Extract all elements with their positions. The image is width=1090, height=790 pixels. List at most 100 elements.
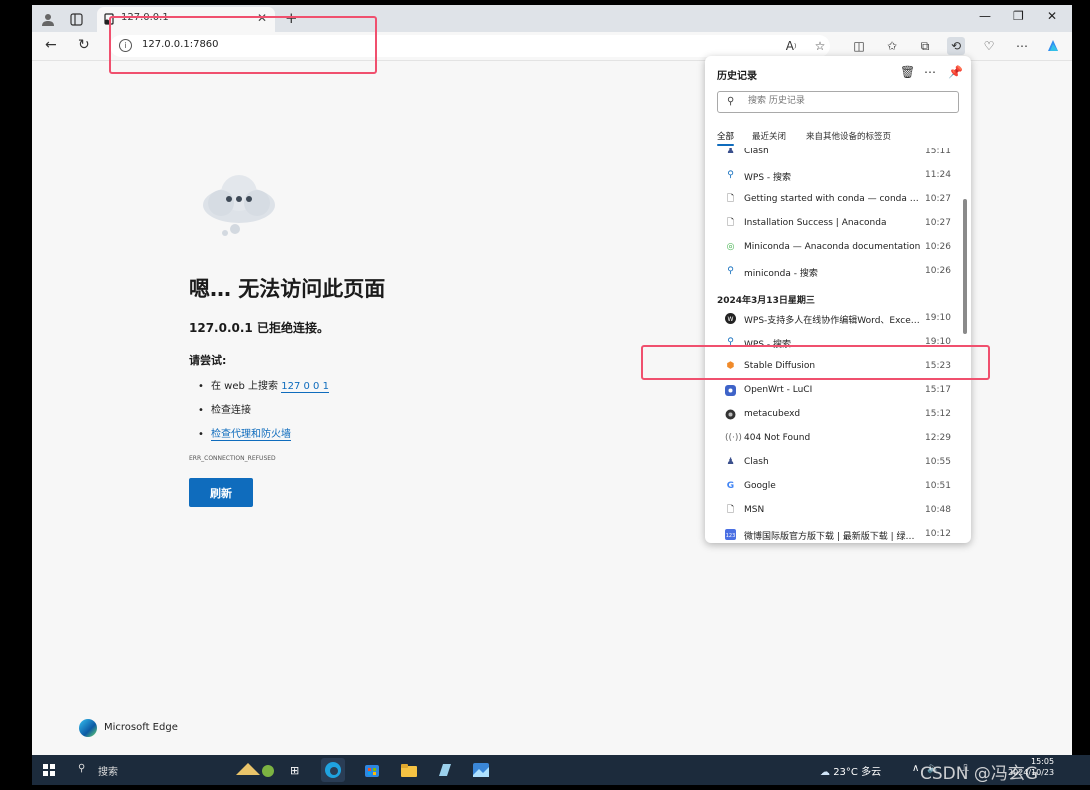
history-item-time: 10:51 xyxy=(925,481,951,491)
history-item[interactable]: 🗋 Getting started with conda — conda 24…… xyxy=(705,189,960,211)
history-item[interactable]: ◎ Miniconda — Anaconda documentation 10:… xyxy=(705,237,960,259)
watermark-text: CSDN @冯玄G xyxy=(920,764,1039,784)
history-item-time: 10:26 xyxy=(925,266,951,276)
favorite-star-icon[interactable]: ☆ xyxy=(811,37,829,55)
history-item-time: 10:27 xyxy=(925,194,951,204)
history-item-title: Getting started with conda — conda 24… xyxy=(744,194,922,204)
more-options-icon[interactable]: ⋯ xyxy=(1013,37,1031,55)
history-item-time: 15:12 xyxy=(925,409,951,419)
taskbar-search-label: 搜索 xyxy=(98,767,118,778)
notepad-icon[interactable] xyxy=(433,758,457,782)
edge-taskbar-icon[interactable] xyxy=(321,758,345,782)
svg-text:123: 123 xyxy=(726,533,736,539)
tab-other-devices[interactable]: 来自其他设备的标签页 xyxy=(806,130,891,142)
workspaces-icon[interactable] xyxy=(68,11,84,27)
history-item-time: 10:48 xyxy=(925,505,951,515)
error-subtitle: 127.0.0.1 已拒绝连接。 xyxy=(189,321,329,335)
history-item[interactable]: W WPS-支持多人在线协作编辑Word、Excel… 19:10 xyxy=(705,308,960,330)
more-icon[interactable]: ⋯ xyxy=(924,65,936,79)
search-highlight-icon[interactable] xyxy=(230,759,280,781)
history-item-title: Google xyxy=(744,481,776,491)
read-aloud-icon[interactable]: A) xyxy=(782,37,800,55)
history-search-input[interactable] xyxy=(746,95,950,107)
clash-icon: ♟ xyxy=(726,148,735,156)
history-item-time: 10:12 xyxy=(925,529,951,539)
page-icon: 🗋 xyxy=(726,505,735,515)
cloud-icon: ☁ xyxy=(820,767,830,778)
history-date-header: 2024年3月13日星期三 xyxy=(717,296,815,306)
metacubexd-icon xyxy=(725,409,736,420)
taskbar-search[interactable]: ⚲ 搜索 xyxy=(78,763,118,778)
history-item-title: WPS-支持多人在线协作编辑Word、Excel… xyxy=(744,316,922,326)
browser-window: 127.0.0.1 ✕ + — ❐ ✕ ← ↻ i 127.0.0.1:7860… xyxy=(32,5,1072,755)
error-code: ERR_CONNECTION_REFUSED xyxy=(189,455,276,462)
history-item-title: Installation Success | Anaconda xyxy=(744,218,887,228)
tray-chevron-icon[interactable]: ∧ xyxy=(912,763,919,774)
anaconda-icon: ◎ xyxy=(726,242,735,252)
history-icon[interactable]: ⟲ xyxy=(947,37,965,55)
suggestion-text: 在 web 上搜索 xyxy=(211,381,282,392)
history-item[interactable]: 🗋 MSN 10:48 xyxy=(705,500,960,522)
history-item[interactable]: 123 微博国际版官方版下载 | 最新版下载 | 绿色… 10:12 xyxy=(705,524,960,543)
window-close-icon[interactable]: ✕ xyxy=(1047,9,1057,23)
refresh-button[interactable]: 刷新 xyxy=(189,478,253,507)
openwrt-icon xyxy=(725,385,736,396)
trash-icon[interactable]: 🗑 xyxy=(900,65,915,79)
history-search[interactable]: ⚲ xyxy=(717,91,959,113)
minimize-icon[interactable]: — xyxy=(979,9,991,23)
history-item[interactable]: ((·)) 404 Not Found 12:29 xyxy=(705,428,960,450)
signal-icon: ((·)) xyxy=(725,433,742,443)
page-icon: 🗋 xyxy=(726,218,735,228)
history-panel: 历史记录 🗑 ⋯ 📌 ⚲ 全部 最近关闭 来自其他设备的标签页 ♟ Clash … xyxy=(705,56,971,543)
suggestion-proxy: • 检查代理和防火墙 xyxy=(198,429,291,441)
history-item-title: miniconda - 搜索 xyxy=(744,269,818,279)
browser-essentials-icon[interactable]: ♡ xyxy=(980,37,998,55)
history-item[interactable]: G Google 10:51 xyxy=(705,476,960,498)
check-proxy-link[interactable]: 检查代理和防火墙 xyxy=(211,429,291,441)
history-item-title: 微博国际版官方版下载 | 最新版下载 | 绿色… xyxy=(744,532,922,542)
history-item[interactable]: ♟ Clash 15:11 xyxy=(705,148,960,163)
history-item[interactable]: ♟ Clash 10:55 xyxy=(705,452,960,474)
history-item[interactable]: OpenWrt - LuCI 15:17 xyxy=(705,380,960,402)
error-title: 嗯… 无法访问此页面 xyxy=(189,277,386,301)
weather-widget[interactable]: ☁ 23°C 多云 xyxy=(820,763,881,778)
history-item-time: 11:24 xyxy=(925,170,951,180)
profile-icon[interactable] xyxy=(40,11,56,27)
store-icon[interactable] xyxy=(360,758,384,782)
restore-icon[interactable]: ❐ xyxy=(1013,9,1024,23)
search-web-link[interactable]: 127 0 0 1 xyxy=(281,381,329,393)
tab-recently-closed[interactable]: 最近关闭 xyxy=(752,130,786,142)
history-scrollbar[interactable] xyxy=(963,199,967,334)
history-item[interactable]: ⚲ WPS - 搜索 11:24 xyxy=(705,165,960,187)
split-screen-icon[interactable]: ◫ xyxy=(850,37,868,55)
copilot-icon[interactable] xyxy=(1044,37,1062,55)
page-icon: 🗋 xyxy=(726,194,735,204)
back-icon[interactable]: ← xyxy=(45,37,57,53)
history-item-title: Miniconda — Anaconda documentation xyxy=(744,242,921,252)
weather-text: 23°C 多云 xyxy=(833,767,882,778)
photos-icon[interactable] xyxy=(469,758,493,782)
windows-start-icon[interactable] xyxy=(43,764,55,776)
history-item-time: 15:17 xyxy=(925,385,951,395)
history-item-time: 10:27 xyxy=(925,218,951,228)
collections-icon[interactable]: ⧉ xyxy=(916,37,934,55)
tab-all[interactable]: 全部 xyxy=(717,130,735,146)
edge-logo-icon xyxy=(79,719,97,737)
try-label: 请尝试: xyxy=(189,354,227,367)
history-item-title: metacubexd xyxy=(744,409,801,419)
reload-icon[interactable]: ↻ xyxy=(78,37,90,53)
search-icon: ⚲ xyxy=(727,96,735,107)
history-item-title: WPS - 搜索 xyxy=(744,173,792,183)
wps-icon: W xyxy=(725,313,736,324)
favorites-icon[interactable]: ✩ xyxy=(883,37,901,55)
clash-icon: ♟ xyxy=(726,457,735,467)
history-item-title: MSN xyxy=(744,505,765,515)
history-item[interactable]: metacubexd 15:12 xyxy=(705,404,960,426)
suggestion-search: • 在 web 上搜索 127 0 0 1 xyxy=(198,381,329,393)
history-item[interactable]: ⚲ miniconda - 搜索 10:26 xyxy=(705,261,960,283)
history-title: 历史记录 xyxy=(717,71,757,82)
file-explorer-icon[interactable] xyxy=(397,758,421,782)
pin-icon[interactable]: 📌 xyxy=(948,65,963,79)
task-view-icon[interactable]: ⊞ xyxy=(290,760,299,780)
history-item[interactable]: 🗋 Installation Success | Anaconda 10:27 xyxy=(705,213,960,235)
